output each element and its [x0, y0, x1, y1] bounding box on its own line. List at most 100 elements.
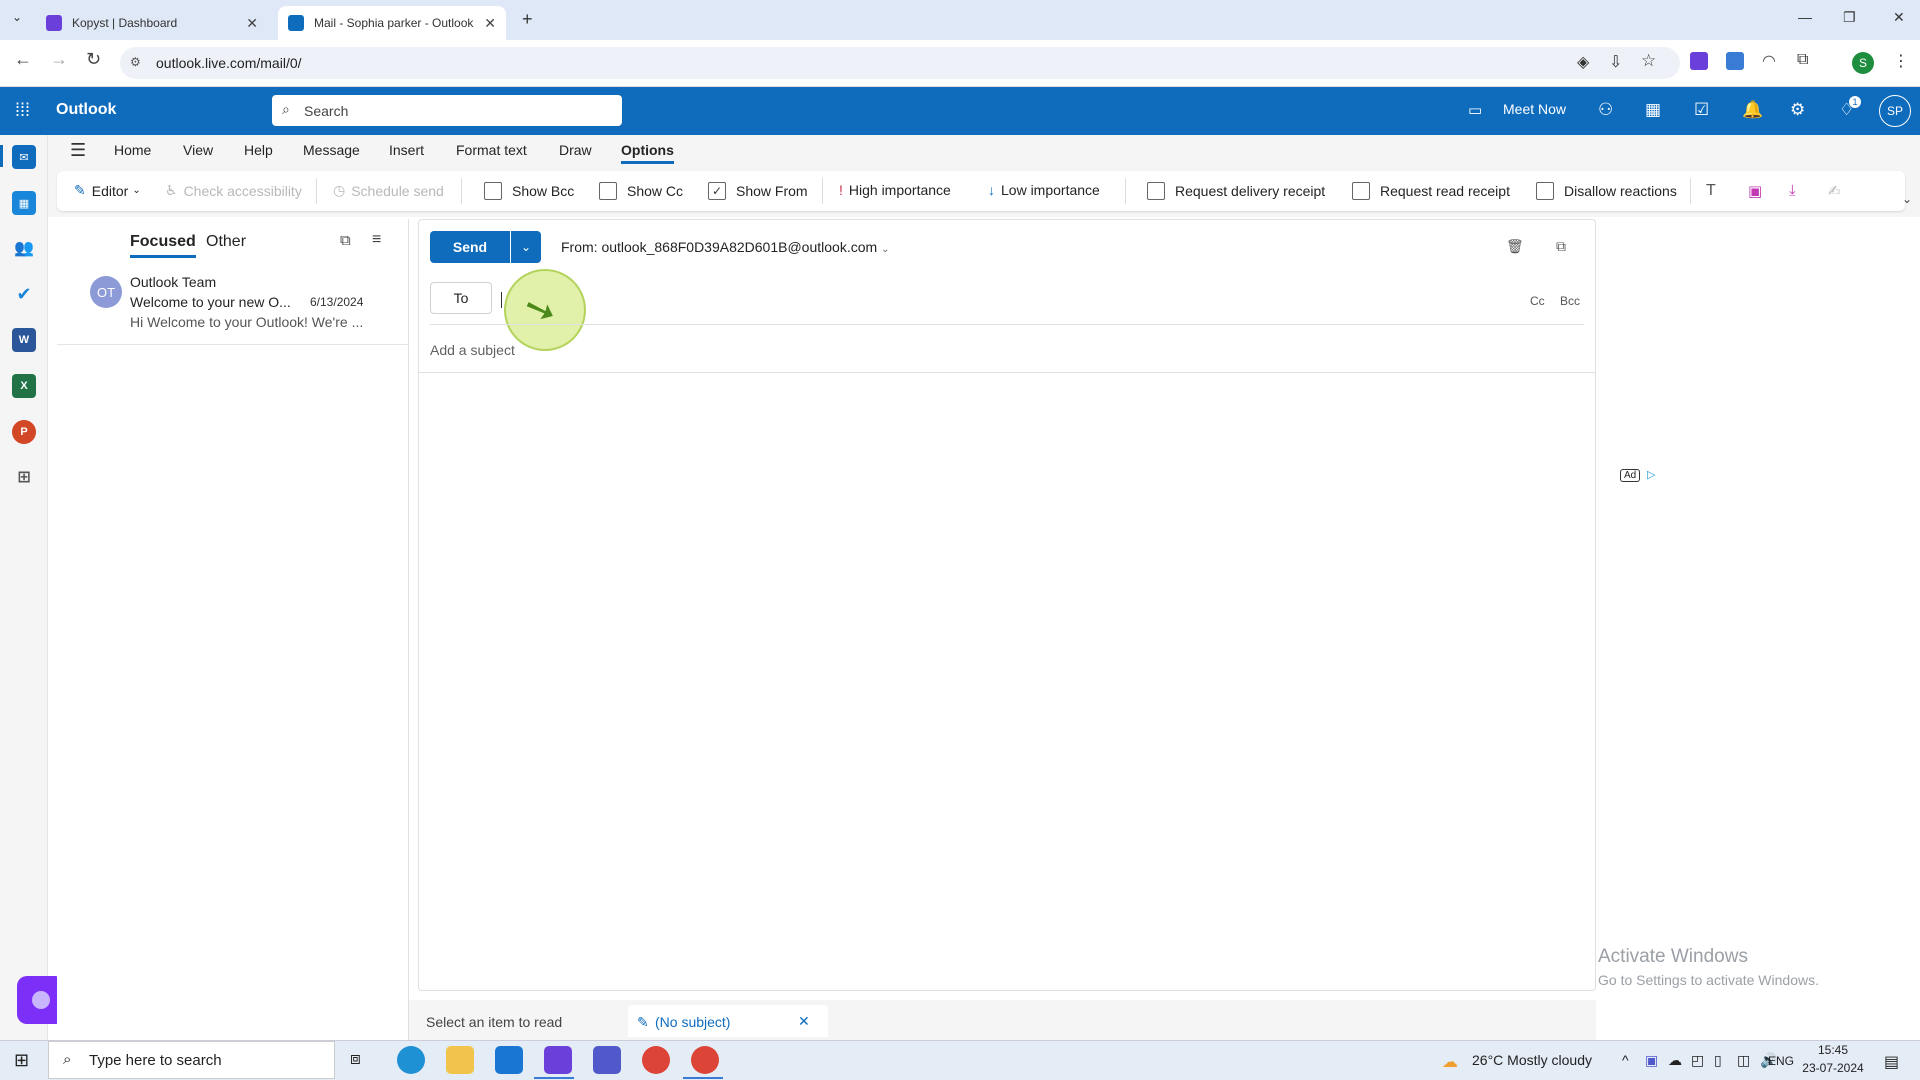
from-field[interactable]: From: outlook_868F0D39A82D601B@outlook.c… — [561, 239, 889, 255]
install-icon[interactable]: ⇩ — [1609, 52, 1622, 72]
tab-other[interactable]: Other — [206, 233, 246, 251]
browser-tab-kopyst[interactable]: Kopyst | Dashboard ✕ — [36, 6, 268, 40]
select-item-tab[interactable]: Select an item to read — [426, 1014, 562, 1030]
meet-tray-icon[interactable]: ◰ — [1691, 1052, 1704, 1069]
app-launcher-icon[interactable]: ⁞⁞⁞ — [15, 100, 30, 121]
powerpoint-app-icon[interactable]: P — [12, 420, 36, 444]
send-button[interactable]: Send — [430, 231, 510, 263]
show-bcc-checkbox[interactable]: Show Bcc — [484, 182, 574, 200]
kopyst-extension-icon[interactable] — [1690, 52, 1708, 70]
menu-format-text[interactable]: Format text — [456, 142, 527, 158]
weather-cloud-icon[interactable]: ☁ — [1442, 1052, 1458, 1072]
menu-draw[interactable]: Draw — [559, 142, 592, 158]
teams-icon[interactable]: ⚇ — [1598, 100, 1613, 120]
check-accessibility-button[interactable]: ♿ Check accessibility — [165, 182, 302, 199]
request-delivery-checkbox[interactable]: Request delivery receipt — [1147, 182, 1325, 200]
profile-icon[interactable]: S — [1852, 52, 1874, 74]
menu-help[interactable]: Help — [244, 142, 273, 158]
discard-trash-icon[interactable]: 🗑 — [1506, 238, 1524, 255]
menu-home[interactable]: Home — [114, 142, 151, 158]
tab-list-chevron-icon[interactable]: ⌄ — [12, 10, 22, 24]
account-avatar[interactable]: SP — [1879, 95, 1911, 127]
bcc-button[interactable]: Bcc — [1560, 294, 1580, 308]
download-icon[interactable]: ⤓ — [1789, 182, 1796, 199]
ribbon-expand-chevron-icon[interactable]: ⌄ — [1902, 192, 1912, 206]
my-day-icon[interactable]: ☑ — [1694, 100, 1709, 120]
meet-now-button[interactable]: Meet Now — [1503, 101, 1566, 117]
clock-date[interactable]: 23-07-2024 — [1798, 1061, 1868, 1075]
extensions-puzzle-icon[interactable]: ⧉ — [1797, 51, 1808, 69]
cc-button[interactable]: Cc — [1530, 294, 1545, 308]
extension-arc-icon[interactable]: ◠ — [1762, 51, 1776, 71]
teams-tray-icon[interactable]: ▣ — [1645, 1052, 1658, 1069]
show-cc-checkbox[interactable]: Show Cc — [599, 182, 683, 200]
more-menu-icon[interactable]: ⋮ — [1893, 51, 1909, 71]
edge-icon[interactable] — [397, 1046, 425, 1074]
app-title[interactable]: Outlook — [56, 101, 116, 119]
hamburger-menu-icon[interactable]: ☰ — [70, 140, 86, 161]
people-icon[interactable]: 👥 — [12, 236, 36, 260]
back-icon[interactable]: ← — [14, 49, 32, 70]
search-input[interactable]: ⌕ Search — [272, 95, 622, 126]
pop-out-icon[interactable]: ⧉ — [1556, 238, 1566, 255]
file-explorer-icon[interactable] — [446, 1046, 474, 1074]
mail-icon[interactable]: ✉ — [12, 145, 36, 169]
excel-app-icon[interactable]: X — [12, 374, 36, 398]
window-close-icon[interactable]: ✕ — [1893, 9, 1905, 26]
to-recipients-input[interactable] — [500, 283, 1500, 313]
network-icon[interactable]: ◫ — [1737, 1052, 1750, 1069]
browser-tab-outlook[interactable]: Mail - Sophia parker - Outlook ✕ — [278, 6, 506, 40]
menu-view[interactable]: View — [183, 142, 213, 158]
send-options-chevron-icon[interactable]: ⌄ — [511, 231, 541, 263]
save-icon[interactable]: ▣ — [1748, 182, 1762, 200]
task-view-icon[interactable]: ⧈ — [350, 1049, 361, 1069]
notifications-bell-icon[interactable]: 🔔 — [1742, 100, 1763, 120]
settings-gear-icon[interactable]: ⚙ — [1790, 100, 1805, 120]
tab-focused[interactable]: Focused — [130, 233, 196, 258]
high-importance-button[interactable]: ! High importance — [839, 182, 951, 198]
notification-center-icon[interactable]: ▤ — [1884, 1052, 1899, 1072]
forward-icon[interactable]: → — [50, 49, 68, 70]
chrome-taskbar-icon[interactable] — [642, 1046, 670, 1074]
restore-icon[interactable]: ❐ — [1843, 9, 1856, 26]
more-apps-icon[interactable]: ⊞ — [12, 465, 36, 489]
todo-check-icon[interactable]: ✔ — [12, 282, 36, 306]
bookmark-star-icon[interactable]: ☆ — [1641, 51, 1656, 71]
show-from-checkbox[interactable]: ✓ Show From — [708, 182, 808, 200]
url-bar[interactable]: outlook.live.com/mail/0/ — [120, 47, 1680, 79]
subject-input[interactable]: Add a subject — [430, 342, 515, 358]
minimize-icon[interactable]: — — [1798, 9, 1812, 25]
menu-message[interactable]: Message — [303, 142, 360, 158]
message-body-editor[interactable] — [430, 380, 1580, 980]
word-icon[interactable]: ▦ — [1645, 100, 1661, 120]
schedule-send-button[interactable]: ◷ Schedule send — [333, 182, 444, 199]
onedrive-icon[interactable]: ☁ — [1668, 1052, 1682, 1069]
request-read-checkbox[interactable]: Request read receipt — [1352, 182, 1510, 200]
close-icon[interactable]: ✕ — [484, 15, 496, 32]
new-tab-icon[interactable]: + — [522, 9, 533, 30]
site-info-icon[interactable]: ⚙ — [130, 55, 141, 69]
mail-app-icon[interactable] — [495, 1046, 523, 1074]
adchoices-icon[interactable]: ▷ — [1647, 468, 1655, 481]
menu-insert[interactable]: Insert — [389, 142, 424, 158]
weather-text[interactable]: 26°C Mostly cloudy — [1472, 1052, 1592, 1068]
language-indicator[interactable]: ENG — [1768, 1054, 1794, 1068]
tray-chevron-icon[interactable]: ^ — [1622, 1052, 1629, 1068]
calendar-icon[interactable]: ▦ — [12, 191, 36, 215]
menu-options[interactable]: Options — [621, 142, 674, 164]
taskbar-search-input[interactable]: ⌕ Type here to search — [48, 1041, 335, 1079]
to-button[interactable]: To — [430, 282, 492, 314]
windows-start-icon[interactable]: ⊞ — [14, 1050, 29, 1071]
word-app-icon[interactable]: W — [12, 328, 36, 352]
disallow-reactions-checkbox[interactable]: Disallow reactions — [1536, 182, 1677, 200]
kopyst-taskbar-icon[interactable] — [544, 1046, 572, 1074]
close-draft-icon[interactable]: ✕ — [798, 1013, 810, 1030]
teams-taskbar-icon[interactable] — [593, 1046, 621, 1074]
signature-icon[interactable]: ✍ — [1828, 182, 1841, 200]
close-icon[interactable]: ✕ — [246, 15, 258, 32]
chrome-profile-taskbar-icon[interactable] — [691, 1046, 719, 1074]
video-camera-icon[interactable]: ▭ — [1468, 101, 1482, 119]
battery-icon[interactable]: ▯ — [1714, 1052, 1722, 1069]
filter-icon[interactable]: ≡ — [372, 231, 381, 249]
text-format-icon[interactable]: T — [1706, 182, 1716, 200]
